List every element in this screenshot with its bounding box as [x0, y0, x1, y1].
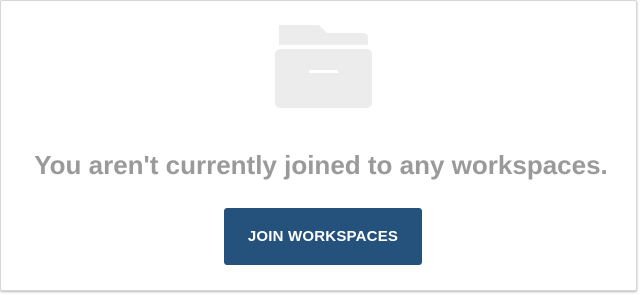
join-workspaces-button[interactable]: JOIN WORKSPACES: [224, 208, 422, 265]
join-workspaces-button-label: JOIN WORKSPACES: [247, 228, 399, 245]
empty-state-panel: You aren't currently joined to any works…: [0, 0, 637, 291]
folder-icon: [275, 25, 372, 108]
empty-state-message: You aren't currently joined to any works…: [34, 150, 608, 180]
